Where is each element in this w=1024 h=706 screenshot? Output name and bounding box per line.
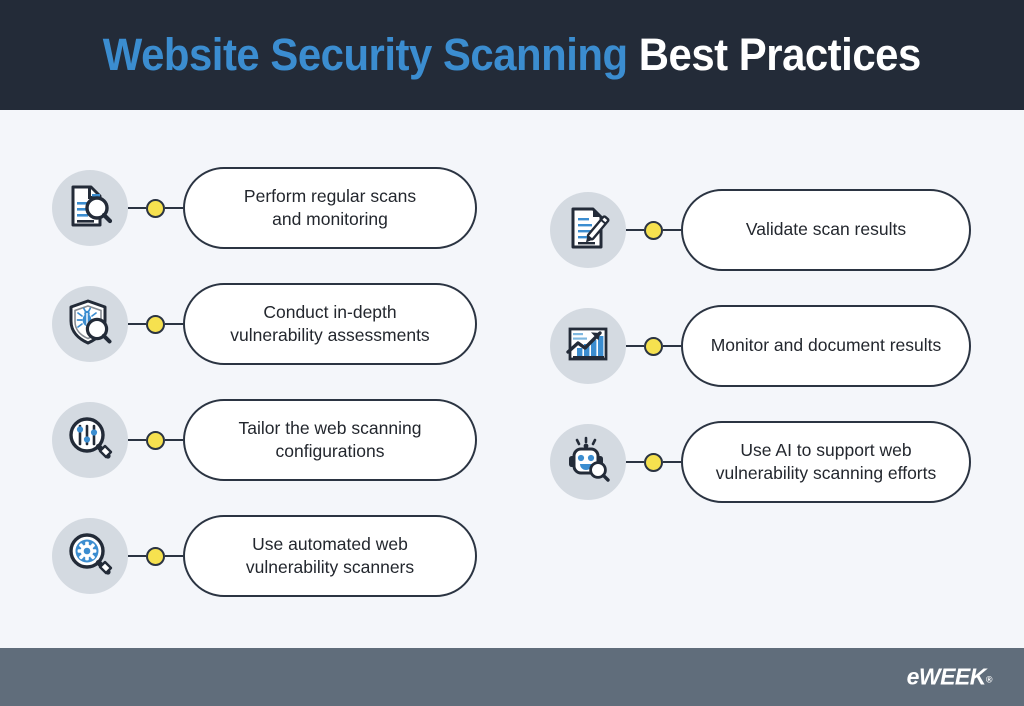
practice-label-pill[interactable]: Conduct in-depth vulnerability assessmen… (183, 283, 477, 365)
connector-line-right (165, 323, 183, 325)
practice-label: Use AI to support web vulnerability scan… (715, 439, 937, 483)
practice-label: Conduct in-depth vulnerability assessmen… (230, 301, 430, 345)
practice-label: Tailor the web scanning configurations (238, 417, 422, 461)
connector-dot (146, 430, 165, 450)
connector-line-right (663, 229, 681, 231)
connector-dot (146, 546, 165, 566)
connector-line-right (663, 461, 681, 463)
connector (626, 452, 681, 472)
connector (626, 220, 681, 240)
practice-label-pill[interactable]: Perform regular scans and monitoring (183, 167, 477, 249)
connector-line-left (128, 439, 146, 441)
page-header: Website Security Scanning Best Practices (0, 0, 1024, 110)
connector-line-left (626, 461, 644, 463)
icon-badge (52, 402, 128, 478)
bar-chart-arrow-icon (562, 318, 614, 375)
connector-line-left (128, 323, 146, 325)
icon-badge (550, 192, 626, 268)
connector-line-right (165, 555, 183, 557)
connector (128, 546, 183, 566)
robot-magnifier-icon (562, 434, 614, 491)
connector-dot (644, 452, 663, 472)
practice-item: Tailor the web scanning configurations (52, 392, 477, 488)
connector-line-left (626, 345, 644, 347)
practice-label-pill[interactable]: Use AI to support web vulnerability scan… (681, 421, 971, 503)
icon-badge (52, 170, 128, 246)
connector-line-left (626, 229, 644, 231)
eweek-logo: eWEEK® (906, 663, 993, 691)
practice-item: Use AI to support web vulnerability scan… (550, 414, 971, 510)
infographic-body: Perform regular scans and monitoring Con… (0, 110, 1024, 648)
practice-label: Monitor and document results (710, 335, 942, 356)
connector (626, 336, 681, 356)
icon-badge (52, 286, 128, 362)
connector-dot (644, 220, 663, 240)
icon-badge (550, 424, 626, 500)
practice-item: Perform regular scans and monitoring (52, 160, 477, 256)
connector-line-right (165, 439, 183, 441)
practice-label-pill[interactable]: Monitor and document results (681, 305, 971, 387)
magnifier-gear-icon (64, 528, 116, 585)
connector-line-right (663, 345, 681, 347)
practice-label: Validate scan results (745, 219, 907, 240)
connector (128, 314, 183, 334)
eweek-logo-trademark: ® (985, 674, 993, 685)
shield-bug-magnifier-icon (64, 296, 116, 353)
practice-label: Use automated web vulnerability scanners (245, 533, 415, 577)
practice-label-pill[interactable]: Use automated web vulnerability scanners (183, 515, 477, 597)
eweek-logo-e: e (906, 663, 920, 690)
connector-dot (644, 336, 663, 356)
page-title-highlight: Website Security Scanning (103, 29, 628, 80)
connector (128, 198, 183, 218)
page-footer: eWEEK® (0, 648, 1024, 706)
document-magnifier-icon (64, 180, 116, 237)
practice-label-pill[interactable]: Tailor the web scanning configurations (183, 399, 477, 481)
connector-dot (146, 198, 165, 218)
page-title: Website Security Scanning Best Practices (103, 29, 921, 81)
document-pencil-icon (562, 202, 614, 259)
page-title-rest: Best Practices (639, 29, 921, 80)
connector-line-left (128, 207, 146, 209)
practice-item: Monitor and document results (550, 298, 971, 394)
connector (128, 430, 183, 450)
practice-item: Use automated web vulnerability scanners (52, 508, 477, 604)
connector-line-right (165, 207, 183, 209)
icon-badge (550, 308, 626, 384)
connector-line-left (128, 555, 146, 557)
practice-item: Conduct in-depth vulnerability assessmen… (52, 276, 477, 372)
practice-label-pill[interactable]: Validate scan results (681, 189, 971, 271)
practice-label: Perform regular scans and monitoring (243, 185, 417, 229)
icon-badge (52, 518, 128, 594)
practice-item: Validate scan results (550, 182, 971, 278)
connector-dot (146, 314, 165, 334)
eweek-logo-week: WEEK (918, 663, 987, 690)
magnifier-sliders-icon (64, 412, 116, 469)
